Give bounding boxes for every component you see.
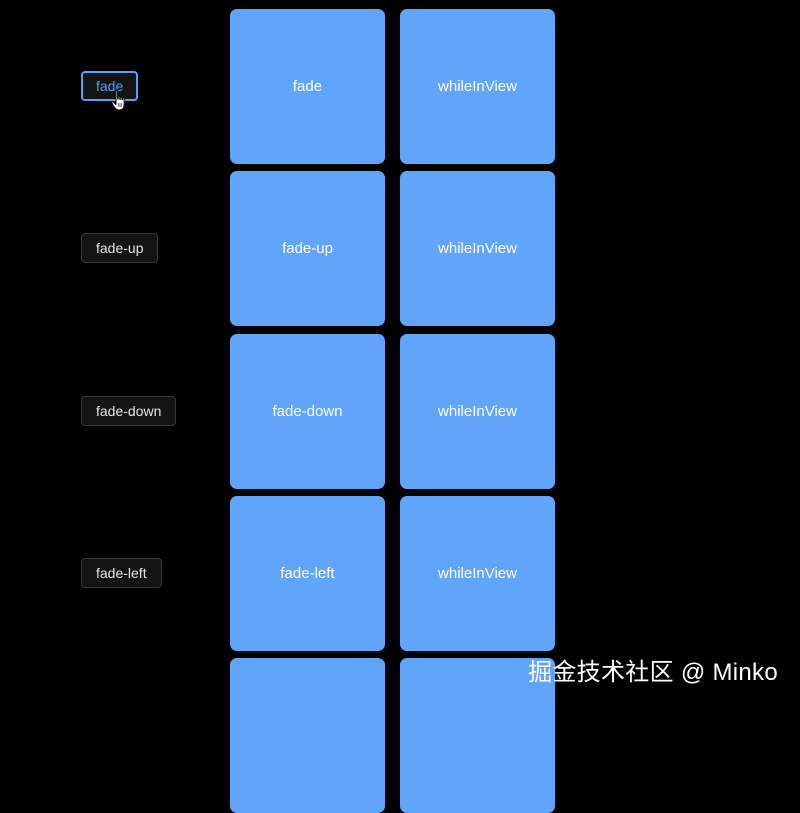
while-in-view-box: whileInView [400, 334, 555, 489]
fade-down-button[interactable]: fade-down [81, 396, 177, 426]
hand-pointer-icon [111, 89, 125, 111]
fade-left-box: fade-left [230, 496, 385, 651]
fade-box: fade [230, 9, 385, 164]
fade-up-button[interactable]: fade-up [81, 233, 159, 263]
watermark-text: 掘金技术社区 @ Minko [528, 659, 778, 686]
partial-box [230, 658, 385, 813]
while-in-view-box: whileInView [400, 496, 555, 651]
fade-up-box: fade-up [230, 171, 385, 326]
fade-left-button[interactable]: fade-left [81, 558, 162, 588]
while-in-view-box: whileInView [400, 171, 555, 326]
fade-down-box: fade-down [230, 334, 385, 489]
while-in-view-box: whileInView [400, 9, 555, 164]
